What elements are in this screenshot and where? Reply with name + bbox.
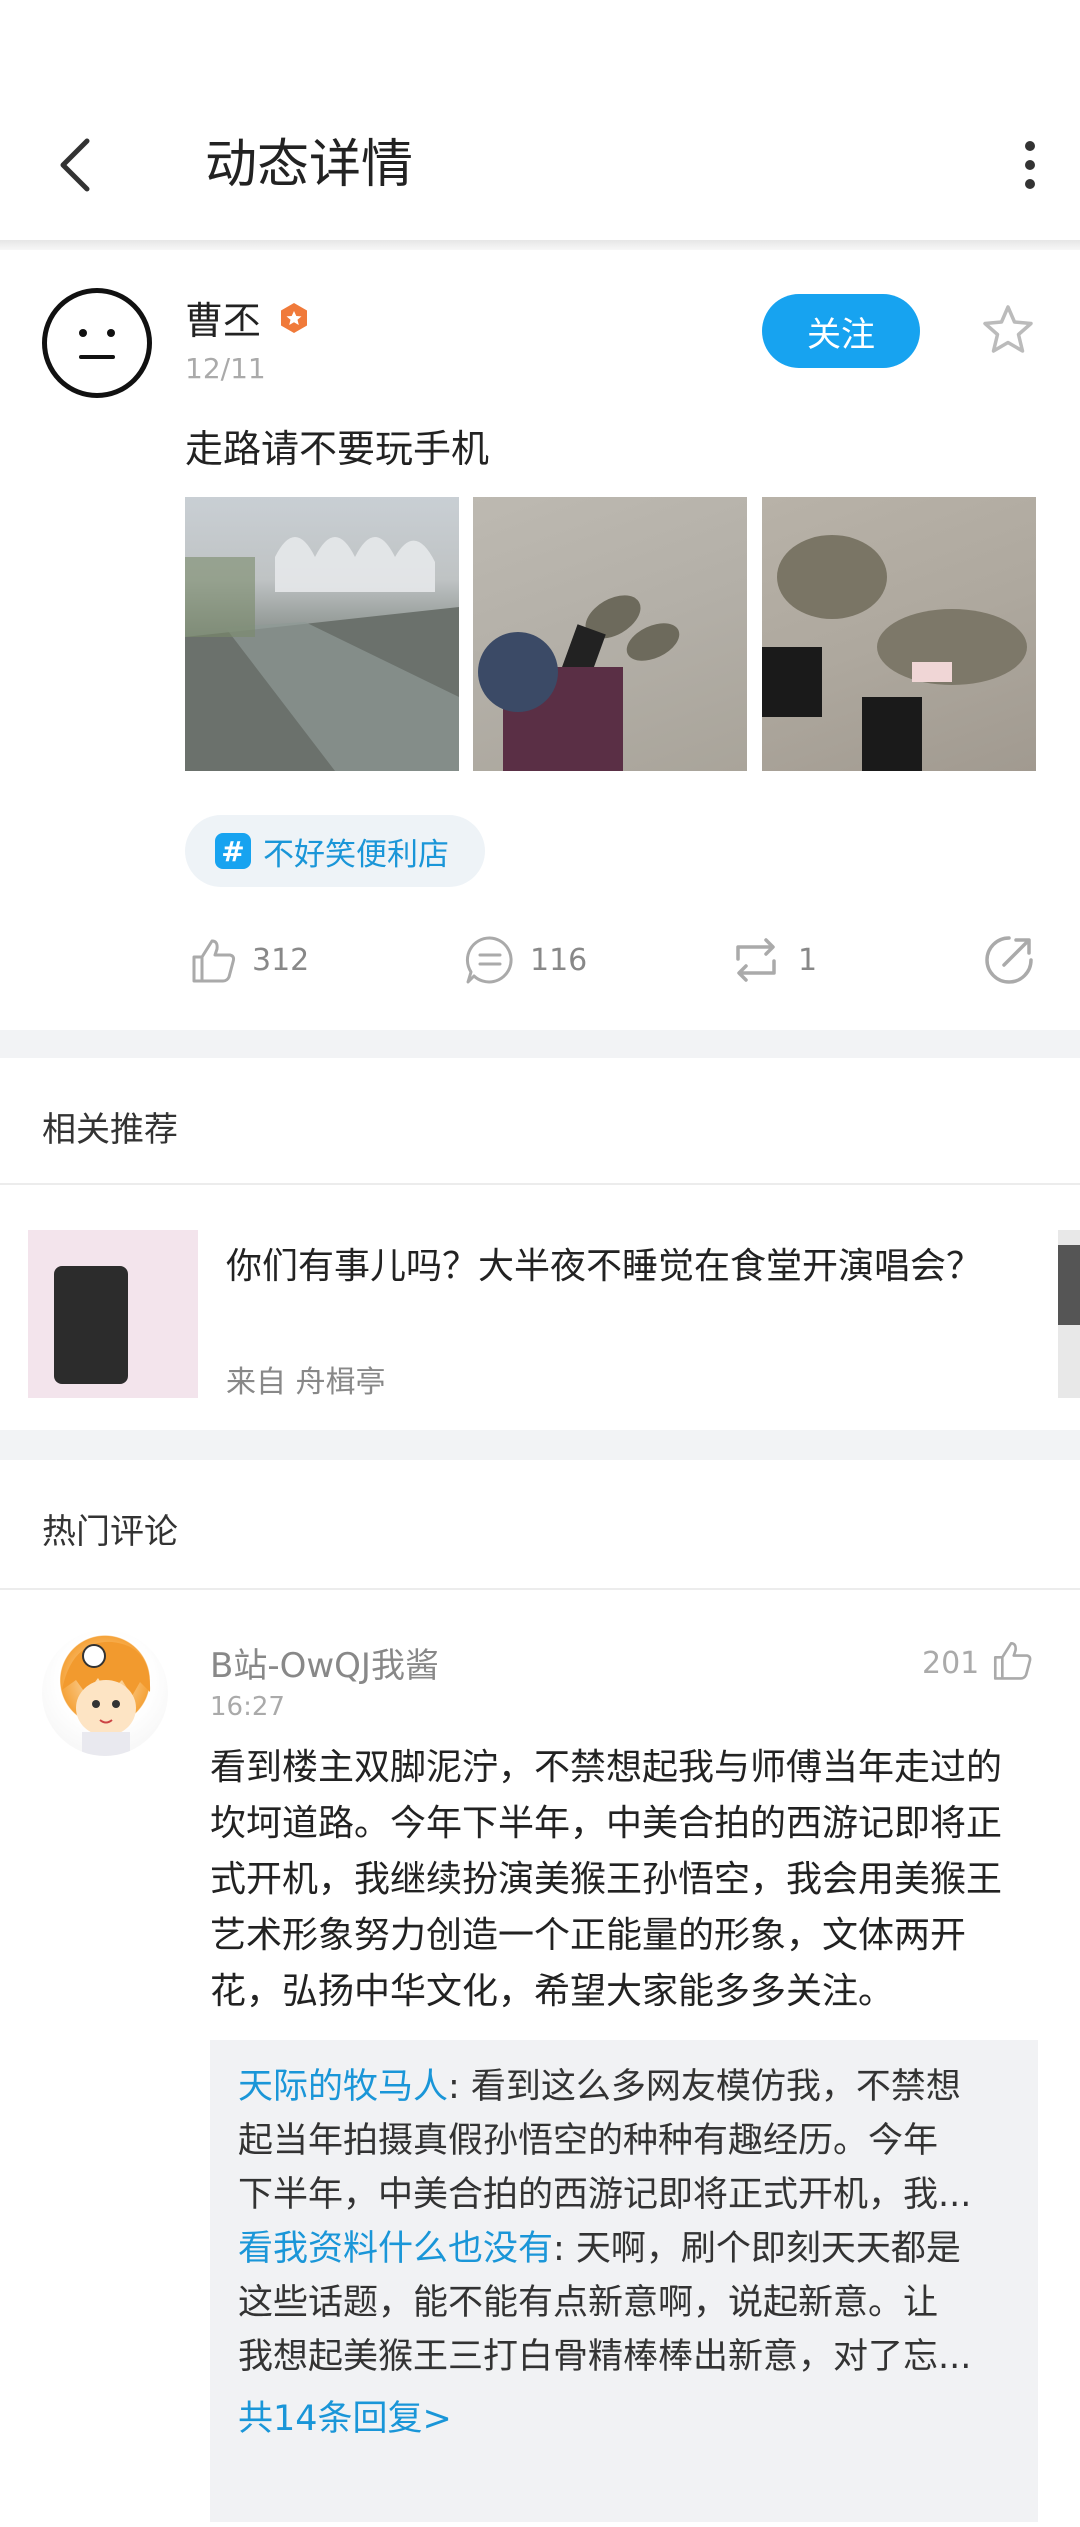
back-button[interactable]	[40, 130, 110, 200]
thumbs-up-icon	[192, 939, 236, 983]
post-text: 走路请不要玩手机	[185, 427, 490, 471]
share-icon	[985, 936, 1033, 984]
reply-line: 下半年，中美合拍的西游记即将正式开机，我...	[238, 2175, 972, 2215]
reply-line: 看我资料什么也没有: 天啊，刷个即刻天天都是	[238, 2222, 1010, 2276]
comment-count: 116	[530, 942, 588, 978]
page-title: 动态详情	[205, 135, 414, 195]
comment-like-count: 201	[922, 1646, 980, 1681]
comment-item: B站-OwQJ我酱 16:27 201 看到楼主双脚泥泞，不禁想起我与师傅当年走…	[0, 1590, 1080, 2527]
topic-tag[interactable]: # 不好笑便利店	[185, 815, 485, 887]
recommend-item-title: 你们有事儿吗？大半夜不睡觉在食堂开演唱会？	[226, 1246, 983, 1287]
recommend-section-title: 相关推荐	[42, 1110, 178, 1150]
comment-body: 看到楼主双脚泥泞，不禁想起我与师傅当年走过的 坎坷道路。今年下半年，中美合拍的西…	[210, 1740, 1040, 2020]
post-card: 曹丕 12/11 关注 走路请不要玩手机 # 不好笑便利店 312 116 1	[0, 250, 1080, 1030]
post-date: 12/11	[185, 352, 266, 385]
hot-comments-section-title: 热门评论	[42, 1512, 178, 1552]
reply-line: 这些话题，能不能有点新意啊，说起新意。让	[238, 2283, 939, 2323]
reply-line: 起当年拍摄真假孙悟空的种种有趣经历。今年	[238, 2121, 939, 2161]
recommend-header: 相关推荐	[0, 1058, 1080, 1185]
comment-time: 16:27	[210, 1692, 285, 1722]
reply-user[interactable]: 天际的牧马人	[238, 2067, 448, 2107]
status-bar-area	[0, 0, 1080, 90]
more-replies-link[interactable]: 共14条回复>	[238, 2390, 1010, 2441]
follow-button[interactable]: 关注	[762, 294, 920, 368]
reply-item[interactable]: 看我资料什么也没有: 天啊，刷个即刻天天都是 这些话题，能不能有点新意啊，说起新…	[238, 2222, 1010, 2384]
hashtag-icon: #	[215, 833, 251, 869]
reply-line: 我想起美猴王三打白骨精棒棒出新意，对了忘...	[238, 2337, 972, 2377]
photo-shoes-graphic	[762, 535, 1027, 771]
comment-icon	[465, 936, 513, 984]
recommend-thumbnail	[28, 1230, 198, 1398]
photo-building-graphic	[185, 537, 459, 771]
more-dot-icon	[1025, 141, 1035, 151]
commenter-avatar[interactable]	[42, 1630, 168, 1756]
post-photo[interactable]	[185, 497, 459, 771]
share-button[interactable]	[982, 930, 1036, 990]
like-button[interactable]: 312	[188, 930, 309, 990]
photo-feet-graphic	[478, 595, 680, 771]
more-dot-icon	[1025, 179, 1035, 189]
chevron-left-icon	[60, 138, 90, 192]
repost-count: 1	[798, 942, 818, 978]
like-count: 312	[252, 942, 310, 978]
reply-text: : 看到这么多网友模仿我，不禁想	[448, 2067, 961, 2107]
hot-comments-header: 热门评论	[0, 1460, 1080, 1588]
recommend-item[interactable]: 你们有事儿吗？大半夜不睡觉在食堂开演唱会？ 来自 舟楫亭	[0, 1185, 1080, 1405]
recommend-item-source: 来自 舟楫亭	[226, 1365, 386, 1400]
comment-line: 花，弘扬中华文化，希望大家能多多关注。	[210, 1971, 895, 2012]
next-recommend-photo	[1058, 1245, 1080, 1325]
comment-thumbs-up-icon[interactable]	[990, 1638, 1034, 1682]
more-dot-icon	[1025, 160, 1035, 170]
reply-text: : 天啊，刷个即刻天天都是	[553, 2229, 961, 2269]
topic-label: 不好笑便利店	[263, 836, 449, 873]
replies-box[interactable]: 天际的牧马人: 看到这么多网友模仿我，不禁想 起当年拍摄真假孙悟空的种种有趣经历…	[210, 2040, 1038, 2522]
section-divider	[0, 1430, 1080, 1460]
post-photo[interactable]	[762, 497, 1036, 771]
comment-button[interactable]: 116	[464, 930, 587, 990]
author-name[interactable]: 曹丕	[185, 290, 261, 345]
header-shadow	[0, 240, 1080, 250]
comment-line: 坎坷道路。今年下半年，中美合拍的西游记即将正	[210, 1803, 1003, 1844]
neutral-face-icon	[79, 329, 115, 359]
repost-icon	[736, 938, 776, 982]
reply-item[interactable]: 天际的牧马人: 看到这么多网友模仿我，不禁想 起当年拍摄真假孙悟空的种种有趣经历…	[238, 2060, 1010, 2222]
top-bar: 动态详情	[0, 90, 1080, 240]
verified-badge-icon	[281, 303, 307, 333]
repost-button[interactable]: 1	[728, 930, 817, 990]
section-divider	[0, 1030, 1080, 1058]
phone-photo-graphic	[54, 1266, 128, 1384]
author-avatar[interactable]	[42, 288, 152, 398]
reply-user[interactable]: 看我资料什么也没有	[238, 2229, 553, 2269]
anime-avatar-icon	[62, 1641, 151, 1756]
star-icon[interactable]	[980, 302, 1036, 358]
post-photo[interactable]	[473, 497, 747, 771]
comment-line: 看到楼主双脚泥泞，不禁想起我与师傅当年走过的	[210, 1747, 1003, 1788]
comment-line: 艺术形象努力创造一个正能量的形象，文体两开	[210, 1915, 967, 1956]
more-options-button[interactable]	[1000, 130, 1060, 200]
commenter-name[interactable]: B站-OwQJ我酱	[210, 1638, 439, 1687]
reply-line: 天际的牧马人: 看到这么多网友模仿我，不禁想	[238, 2060, 1010, 2114]
comment-line: 式开机，我继续扮演美猴王孙悟空，我会用美猴王	[210, 1859, 1003, 1900]
